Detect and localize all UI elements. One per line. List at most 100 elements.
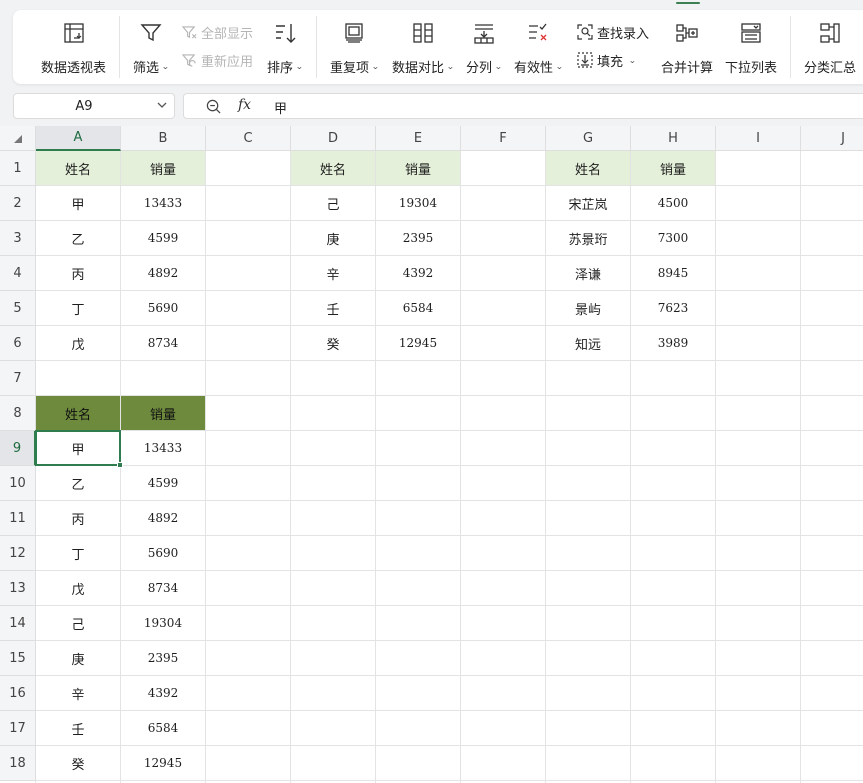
- cell-b17[interactable]: 6584: [121, 711, 205, 745]
- cell-g5[interactable]: 景屿: [546, 291, 630, 325]
- row-header-2[interactable]: 2: [0, 186, 36, 221]
- cell-a15[interactable]: 庚: [36, 641, 120, 675]
- cell-a16[interactable]: 辛: [36, 676, 120, 710]
- row-header-11[interactable]: 11: [0, 501, 36, 536]
- cell-a14[interactable]: 己: [36, 606, 120, 640]
- cell-h6[interactable]: 3989: [631, 326, 715, 360]
- row-header-4[interactable]: 4: [0, 256, 36, 291]
- cell-b2[interactable]: 13433: [121, 186, 205, 220]
- fill-handle[interactable]: [117, 462, 123, 468]
- row-header-6[interactable]: 6: [0, 326, 36, 361]
- cell-b3[interactable]: 4599: [121, 221, 205, 255]
- row-header-5[interactable]: 5: [0, 291, 36, 326]
- zoom-out-icon[interactable]: [206, 99, 221, 118]
- cell-b5[interactable]: 5690: [121, 291, 205, 325]
- cell-h5[interactable]: 7623: [631, 291, 715, 325]
- row-header-10[interactable]: 10: [0, 466, 36, 501]
- name-box[interactable]: A9: [13, 93, 175, 119]
- cell-a12[interactable]: 丁: [36, 536, 120, 570]
- cell-b9[interactable]: 13433: [121, 431, 205, 465]
- cell-b8[interactable]: 销量: [121, 396, 205, 430]
- cell-a4[interactable]: 丙: [36, 256, 120, 290]
- cell-g1[interactable]: 姓名: [546, 151, 630, 185]
- row-header-14[interactable]: 14: [0, 606, 36, 641]
- cell-a3[interactable]: 乙: [36, 221, 120, 255]
- cell-g6[interactable]: 知远: [546, 326, 630, 360]
- cell-e4[interactable]: 4392: [376, 256, 460, 290]
- cell-d4[interactable]: 辛: [291, 256, 375, 290]
- row-header-13[interactable]: 13: [0, 571, 36, 606]
- row-header-16[interactable]: 16: [0, 676, 36, 711]
- find-entry-button[interactable]: 查找录入: [577, 22, 649, 42]
- cell-h4[interactable]: 8945: [631, 256, 715, 290]
- cell-a6[interactable]: 戊: [36, 326, 120, 360]
- cell-h1[interactable]: 销量: [631, 151, 715, 185]
- consolidate-button[interactable]: 合并计算: [661, 20, 713, 76]
- cell-d5[interactable]: 壬: [291, 291, 375, 325]
- column-header-i[interactable]: I: [716, 126, 801, 151]
- sort-button[interactable]: 排序 ⌄: [267, 20, 303, 76]
- row-header-12[interactable]: 12: [0, 536, 36, 571]
- cell-b15[interactable]: 2395: [121, 641, 205, 675]
- row-header-15[interactable]: 15: [0, 641, 36, 676]
- cell-a5[interactable]: 丁: [36, 291, 120, 325]
- cell-e3[interactable]: 2395: [376, 221, 460, 255]
- cell-a13[interactable]: 戊: [36, 571, 120, 605]
- cell-g4[interactable]: 泽谦: [546, 256, 630, 290]
- cell-a18[interactable]: 癸: [36, 746, 120, 780]
- cell-a10[interactable]: 乙: [36, 466, 120, 500]
- spreadsheet-grid[interactable]: A B C D E F G H I J 1 2 3 4 5 6 7 8 9 10 11 12 13 14 15 16 17 18 姓名销…: [0, 126, 863, 783]
- row-header-9[interactable]: 9: [0, 431, 36, 466]
- column-header-g[interactable]: G: [546, 126, 631, 151]
- cell-h2[interactable]: 4500: [631, 186, 715, 220]
- cell-e2[interactable]: 19304: [376, 186, 460, 220]
- row-header-1[interactable]: 1: [0, 151, 36, 186]
- cell-a11[interactable]: 丙: [36, 501, 120, 535]
- column-header-e[interactable]: E: [376, 126, 461, 151]
- column-header-f[interactable]: F: [461, 126, 546, 151]
- select-all-corner[interactable]: [0, 126, 36, 151]
- filter-button[interactable]: 筛选 ⌄: [133, 20, 169, 76]
- cell-g3[interactable]: 苏景珩: [546, 221, 630, 255]
- formula-input[interactable]: fx 甲: [183, 93, 863, 119]
- cell-b4[interactable]: 4892: [121, 256, 205, 290]
- cell-g2[interactable]: 宋芷岚: [546, 186, 630, 220]
- chevron-down-icon[interactable]: [156, 99, 168, 115]
- dropdown-list-button[interactable]: 下拉列表: [725, 20, 777, 76]
- duplicates-button[interactable]: 重复项 ⌄: [330, 20, 379, 76]
- cell-a8[interactable]: 姓名: [36, 396, 120, 430]
- column-header-a[interactable]: A: [36, 126, 121, 151]
- cell-d3[interactable]: 庚: [291, 221, 375, 255]
- cell-b1[interactable]: 销量: [121, 151, 205, 185]
- fill-button[interactable]: 填充 ⌄: [577, 50, 636, 70]
- cell-a2[interactable]: 甲: [36, 186, 120, 220]
- cell-h3[interactable]: 7300: [631, 221, 715, 255]
- cell-d1[interactable]: 姓名: [291, 151, 375, 185]
- row-header-7[interactable]: 7: [0, 361, 36, 396]
- column-header-b[interactable]: B: [121, 126, 206, 151]
- cell-d2[interactable]: 己: [291, 186, 375, 220]
- cell-b6[interactable]: 8734: [121, 326, 205, 360]
- pivot-table-button[interactable]: 数据透视表: [41, 20, 106, 76]
- cell-e1[interactable]: 销量: [376, 151, 460, 185]
- column-header-j[interactable]: J: [801, 126, 863, 151]
- cell-b14[interactable]: 19304: [121, 606, 205, 640]
- column-header-c[interactable]: C: [206, 126, 291, 151]
- show-all-button[interactable]: 全部显示: [181, 22, 253, 42]
- validity-button[interactable]: 有效性 ⌄: [514, 20, 563, 76]
- column-header-h[interactable]: H: [631, 126, 716, 151]
- row-header-3[interactable]: 3: [0, 221, 36, 256]
- row-header-18[interactable]: 18: [0, 746, 36, 781]
- reapply-button[interactable]: 重新应用: [181, 50, 253, 70]
- cell-b11[interactable]: 4892: [121, 501, 205, 535]
- column-header-d[interactable]: D: [291, 126, 376, 151]
- cell-b10[interactable]: 4599: [121, 466, 205, 500]
- cell-d6[interactable]: 癸: [291, 326, 375, 360]
- cell-a17[interactable]: 壬: [36, 711, 120, 745]
- cell-e5[interactable]: 6584: [376, 291, 460, 325]
- row-header-8[interactable]: 8: [0, 396, 36, 431]
- cell-b13[interactable]: 8734: [121, 571, 205, 605]
- data-compare-button[interactable]: 数据对比 ⌄: [392, 20, 454, 76]
- fx-icon[interactable]: fx: [238, 97, 251, 113]
- cell-b18[interactable]: 12945: [121, 746, 205, 780]
